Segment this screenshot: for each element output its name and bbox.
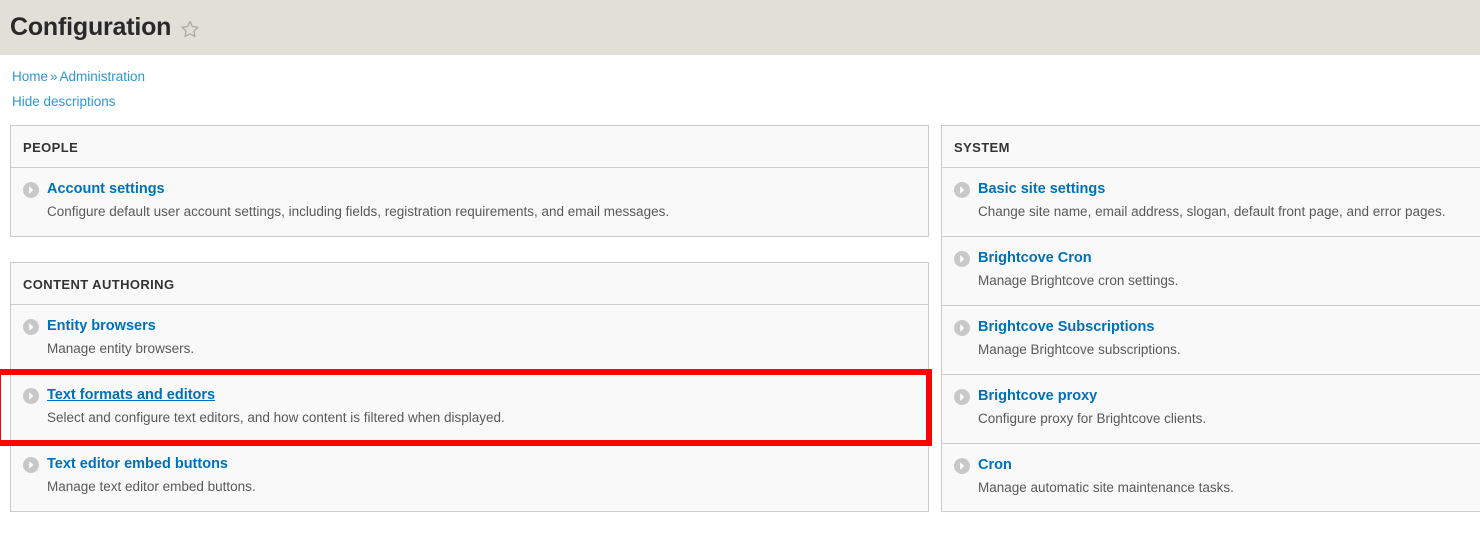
config-item-link-account-settings[interactable]: Account settings: [47, 181, 165, 198]
config-panel-title-label: PEOPLE: [23, 140, 79, 156]
config-item-head: Brightcove Subscriptions: [954, 319, 1468, 336]
config-item-description-brightcove-proxy: Configure proxy for Brightcove clients.: [978, 410, 1207, 426]
config-panel-content-authoring: CONTENT AUTHORING Entity browsers Manage…: [10, 261, 929, 512]
config-item-description-brightcove-cron: Manage Brightcove cron settings.: [978, 272, 1179, 288]
config-item-text-formats-and-editors[interactable]: Text formats and editors Select and conf…: [11, 372, 928, 442]
config-item-head: Text editor embed buttons: [23, 456, 916, 473]
config-panel-title-label: CONTENT AUTHORING: [23, 276, 175, 292]
breadcrumb-link-home[interactable]: Home: [12, 69, 48, 84]
config-panel-items: Basic site settings Change site name, em…: [942, 168, 1480, 511]
config-item-link-cron[interactable]: Cron: [978, 457, 1012, 474]
config-panel-title: CONTENT AUTHORING: [11, 263, 928, 305]
config-item-cron[interactable]: Cron Manage automatic site maintenance t…: [942, 442, 1480, 512]
config-panel-title: PEOPLE: [11, 126, 928, 169]
config-item-entity-browsers[interactable]: Entity browsers Manage entity browsers.: [11, 305, 928, 373]
config-item-description-text-formats-and-editors: Select and configure text editors, and h…: [47, 409, 505, 425]
breadcrumb-separator: »: [50, 69, 58, 84]
left-column: PEOPLE Account settings Configure defaul…: [10, 125, 929, 512]
configuration-columns: PEOPLE Account settings Configure defaul…: [0, 125, 1480, 513]
config-panel-items: Account settings Configure default user …: [11, 168, 928, 236]
config-item-brightcove-proxy[interactable]: Brightcove proxy Configure proxy for Bri…: [942, 373, 1480, 443]
config-item-account-settings[interactable]: Account settings Configure default user …: [11, 168, 928, 236]
hide-descriptions-action: Hide descriptions: [0, 85, 1480, 110]
config-item-head: Text formats and editors: [23, 387, 916, 404]
config-item-link-brightcove-cron[interactable]: Brightcove Cron: [978, 250, 1092, 267]
config-item-head: Basic site settings: [954, 181, 1468, 199]
star-outline-icon[interactable]: [180, 19, 200, 39]
config-item-text-editor-embed-buttons[interactable]: Text editor embed buttons Manage text ed…: [11, 441, 928, 511]
chevron-right-circle-icon: [954, 250, 970, 267]
config-item-basic-site-settings[interactable]: Basic site settings Change site name, em…: [942, 168, 1480, 236]
chevron-right-circle-icon: [954, 182, 970, 199]
config-item-description-text-editor-embed-buttons: Manage text editor embed buttons.: [47, 478, 256, 494]
config-item-link-text-formats-and-editors[interactable]: Text formats and editors: [47, 387, 215, 404]
chevron-right-circle-icon: [23, 387, 39, 404]
chevron-right-circle-icon: [954, 319, 970, 336]
config-item-link-brightcove-subscriptions[interactable]: Brightcove Subscriptions: [978, 319, 1154, 336]
breadcrumb-link-administration[interactable]: Administration: [60, 69, 146, 84]
config-item-link-basic-site-settings[interactable]: Basic site settings: [978, 181, 1105, 198]
config-item-link-brightcove-proxy[interactable]: Brightcove proxy: [978, 388, 1097, 405]
config-item-head: Account settings: [23, 181, 916, 199]
chevron-right-circle-icon: [954, 388, 970, 405]
config-item-description-cron: Manage automatic site maintenance tasks.: [978, 479, 1234, 495]
config-item-link-entity-browsers[interactable]: Entity browsers: [47, 318, 156, 335]
config-item-brightcove-subscriptions[interactable]: Brightcove Subscriptions Manage Brightco…: [942, 304, 1480, 374]
config-item-head: Cron: [954, 457, 1468, 474]
config-panel-system: SYSTEM Basic site settings Change site n…: [941, 125, 1480, 513]
config-panel-title-label: SYSTEM: [954, 140, 1010, 156]
config-item-description-basic-site-settings: Change site name, email address, slogan,…: [978, 204, 1446, 220]
chevron-right-circle-icon: [23, 182, 39, 199]
config-item-link-text-editor-embed-buttons[interactable]: Text editor embed buttons: [47, 456, 228, 473]
config-item-head: Brightcove Cron: [954, 250, 1468, 267]
right-column: SYSTEM Basic site settings Change site n…: [941, 125, 1480, 513]
config-item-description-entity-browsers: Manage entity browsers.: [47, 340, 195, 356]
chevron-right-circle-icon: [954, 457, 970, 474]
chevron-right-circle-icon: [23, 456, 39, 473]
breadcrumb: Home» Administration: [0, 55, 1480, 85]
chevron-right-circle-icon: [23, 318, 39, 335]
config-item-description-brightcove-subscriptions: Manage Brightcove subscriptions.: [978, 341, 1181, 357]
config-item-head: Brightcove proxy: [954, 388, 1468, 405]
hide-descriptions-link[interactable]: Hide descriptions: [12, 94, 116, 109]
page-title: Configuration: [10, 13, 172, 41]
config-item-brightcove-cron[interactable]: Brightcove Cron Manage Brightcove cron s…: [942, 235, 1480, 305]
page-header: Configuration: [0, 0, 1480, 55]
config-item-description-account-settings: Configure default user account settings,…: [47, 204, 670, 220]
config-item-head: Entity browsers: [23, 318, 916, 335]
config-panel-people: PEOPLE Account settings Configure defaul…: [10, 125, 929, 237]
config-panel-title: SYSTEM: [942, 126, 1480, 169]
config-panel-items: Entity browsers Manage entity browsers. …: [11, 305, 928, 511]
